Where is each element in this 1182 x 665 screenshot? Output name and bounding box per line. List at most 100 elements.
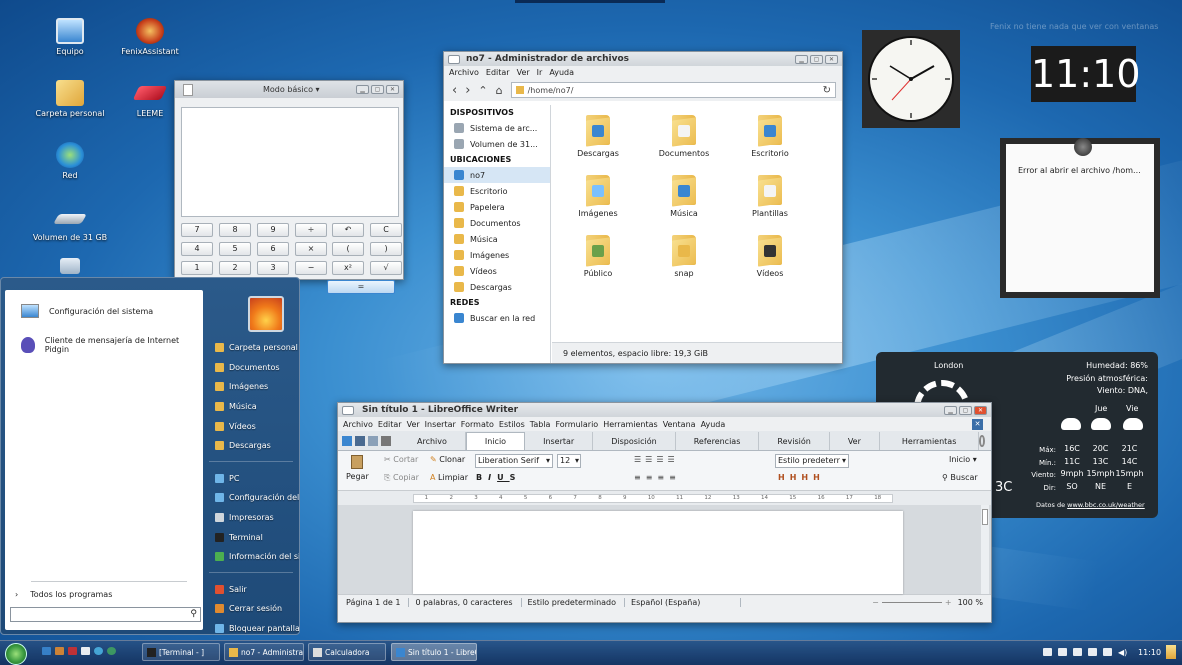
- desktop-icon-papelera[interactable]: [28, 258, 112, 277]
- start-right-item[interactable]: Configuración del sistema: [205, 488, 299, 508]
- clipboard-icon[interactable]: [1058, 648, 1067, 656]
- taskbar-item[interactable]: [Terminal - ]: [142, 643, 220, 661]
- window-menu-icon[interactable]: [342, 405, 354, 415]
- globe-launcher-icon[interactable]: [107, 647, 116, 655]
- bug-launcher-icon[interactable]: [68, 647, 77, 655]
- desktop-icon-equipo[interactable]: Equipo: [28, 18, 112, 56]
- zoom-slider[interactable]: − +: [872, 598, 951, 607]
- vertical-scrollbar[interactable]: [981, 505, 989, 594]
- calc-equals-key[interactable]: =: [327, 280, 395, 294]
- menu-item[interactable]: Ir: [537, 68, 543, 77]
- desktop-icon-fenix[interactable]: FenixAssistant: [108, 18, 192, 56]
- file-item[interactable]: snap: [644, 233, 724, 278]
- file-item[interactable]: Vídeos: [730, 233, 810, 278]
- ribbon-tab[interactable]: Disposición: [593, 432, 676, 450]
- start-right-item[interactable]: Bloquear pantalla: [205, 619, 299, 634]
- calc-key[interactable]: 9: [257, 223, 289, 237]
- show-desktop-button[interactable]: [1166, 645, 1176, 659]
- close-button[interactable]: ✕: [825, 54, 838, 64]
- home-icon[interactable]: ⌂: [496, 84, 503, 97]
- writer-launcher-icon[interactable]: [42, 647, 51, 655]
- menu-item[interactable]: Ayuda: [701, 420, 726, 429]
- maximize-button[interactable]: ▢: [959, 405, 972, 415]
- status-style[interactable]: Estilo predeterminado: [522, 598, 626, 607]
- menu-item[interactable]: Ver: [517, 68, 530, 77]
- sidebar-item[interactable]: no7: [444, 167, 550, 183]
- paragraph-buttons[interactable]: ☰☰☰☰: [634, 455, 679, 464]
- font-name-select[interactable]: Liberation Serif ▾: [475, 454, 553, 468]
- calc-key[interactable]: 3: [257, 261, 289, 275]
- sidebar-item[interactable]: Sistema de arc...: [444, 120, 550, 136]
- menu-item[interactable]: Ventana: [663, 420, 696, 429]
- calc-key[interactable]: C: [370, 223, 402, 237]
- minimize-button[interactable]: ▁: [944, 405, 957, 415]
- calc-key[interactable]: 4: [181, 242, 213, 256]
- calc-key[interactable]: 2: [219, 261, 251, 275]
- sidebar-item[interactable]: Escritorio: [444, 183, 550, 199]
- sidebar-item[interactable]: Papelera: [444, 199, 550, 215]
- calculator-display[interactable]: [181, 107, 399, 217]
- cut-button[interactable]: ✂ Cortar: [384, 455, 418, 464]
- start-search-input[interactable]: ⚲: [10, 607, 201, 622]
- calc-key[interactable]: ×: [295, 242, 327, 256]
- menu-item[interactable]: Ver: [407, 420, 420, 429]
- reload-icon[interactable]: ↻: [823, 85, 831, 96]
- taskbar-item[interactable]: no7 - Administrad...: [224, 643, 304, 661]
- all-programs-button[interactable]: › Todos los programas: [15, 590, 112, 599]
- calc-key[interactable]: 7: [181, 223, 213, 237]
- calc-key[interactable]: (: [332, 242, 364, 256]
- menu-item[interactable]: Insertar: [425, 420, 456, 429]
- update-icon[interactable]: [1073, 648, 1082, 656]
- start-button[interactable]: [5, 643, 27, 665]
- ribbon-tab[interactable]: Archivo: [399, 432, 466, 450]
- file-item[interactable]: Público: [558, 233, 638, 278]
- sidebar-item[interactable]: Buscar en la red: [444, 310, 550, 326]
- calc-key[interactable]: ↶: [332, 223, 364, 237]
- calc-key[interactable]: x²: [332, 261, 364, 275]
- sidebar-item[interactable]: Documentos: [444, 215, 550, 231]
- start-right-item[interactable]: Terminal: [205, 527, 299, 547]
- taskbar-item[interactable]: Calculadora: [308, 643, 386, 661]
- taskbar-item[interactable]: Sin título 1 - LibreO...: [391, 643, 477, 661]
- maximize-button[interactable]: ▢: [371, 85, 384, 94]
- calc-key[interactable]: ÷: [295, 223, 327, 237]
- maximize-button[interactable]: ▢: [810, 54, 823, 64]
- paragraph-style-select[interactable]: Estilo predeterr ▾: [775, 454, 849, 468]
- ribbon-tab[interactable]: Insertar: [525, 432, 594, 450]
- start-right-item[interactable]: Carpeta personal: [205, 338, 299, 358]
- desktop-icon-carpeta-personal[interactable]: Carpeta personal: [28, 80, 112, 118]
- start-right-item[interactable]: Música: [205, 397, 299, 417]
- status-language[interactable]: Español (España): [625, 598, 742, 607]
- sidebar-item[interactable]: Imágenes: [444, 247, 550, 263]
- paste-button[interactable]: Pegar: [346, 455, 369, 481]
- start-right-item[interactable]: Descargas: [205, 436, 299, 456]
- window-menu-icon[interactable]: [448, 54, 460, 64]
- minimize-button[interactable]: ▁: [356, 85, 369, 94]
- desktop-icon-volumen[interactable]: Volumen de 31 GB: [28, 204, 112, 242]
- minimize-button[interactable]: ▁: [795, 54, 808, 64]
- start-right-item[interactable]: Impresoras: [205, 508, 299, 528]
- menu-item[interactable]: Editar: [378, 420, 402, 429]
- document-close-icon[interactable]: ✕: [972, 419, 983, 430]
- media-launcher-icon[interactable]: [55, 647, 64, 655]
- network-tray-icon[interactable]: [1103, 648, 1112, 656]
- document-page[interactable]: [413, 511, 903, 594]
- calc-key[interactable]: 1: [181, 261, 213, 275]
- close-button[interactable]: ✕: [386, 85, 399, 94]
- print-icon[interactable]: [381, 436, 391, 446]
- start-right-item[interactable]: Información del sistema: [205, 547, 299, 567]
- start-right-item[interactable]: Vídeos: [205, 416, 299, 436]
- calc-key[interactable]: −: [295, 261, 327, 275]
- ribbon-tab[interactable]: Referencias: [676, 432, 760, 450]
- menu-item[interactable]: Editar: [486, 68, 510, 77]
- taskbar-clock[interactable]: 11:10: [1138, 648, 1161, 657]
- ribbon-tab[interactable]: Ver: [830, 432, 880, 450]
- forward-icon[interactable]: ›: [465, 83, 470, 98]
- calc-launcher-icon[interactable]: [81, 647, 90, 655]
- start-right-item[interactable]: Imágenes: [205, 377, 299, 397]
- start-right-item[interactable]: Cerrar sesión: [205, 599, 299, 619]
- ribbon-tab[interactable]: Herramientas: [880, 432, 980, 450]
- menu-item[interactable]: Formulario: [555, 420, 598, 429]
- calc-key[interactable]: √: [370, 261, 402, 275]
- home-dropdown[interactable]: Inicio ▾: [949, 455, 977, 464]
